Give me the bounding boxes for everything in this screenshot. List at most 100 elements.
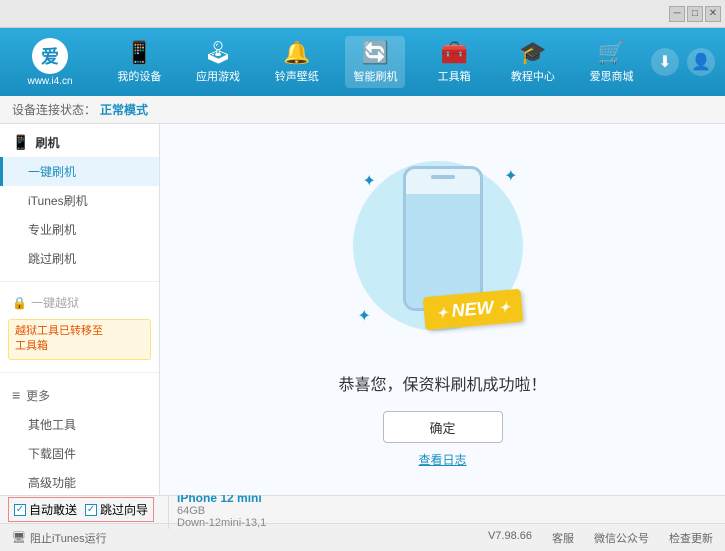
smart-flash-icon: 🔄 xyxy=(362,40,389,66)
auto-flash-label: 自动敢送 xyxy=(29,501,77,518)
tutorial-label: 教程中心 xyxy=(511,68,555,84)
top-nav: 爱 www.i4.cn 📱 我的设备 🕹 应用游戏 🔔 铃声壁纸 🔄 智能刷机 … xyxy=(0,28,725,96)
sparkle-tl: ✦ xyxy=(363,171,376,191)
nav-smart-flash[interactable]: 🔄 智能刷机 xyxy=(345,36,405,88)
skip-guide-checkbox[interactable] xyxy=(85,504,97,516)
sparkle-tr: ✦ xyxy=(504,166,517,186)
sidebar-divider-1 xyxy=(0,281,159,282)
status-bar: 设备连接状态： 正常模式 xyxy=(0,96,725,124)
success-text: 恭喜您，保资料刷机成功啦！ xyxy=(338,371,546,395)
wechat-link[interactable]: 微信公众号 xyxy=(594,530,649,546)
flash-header-icon: 📱 xyxy=(12,134,29,151)
nav-items: 📱 我的设备 🕹 应用游戏 🔔 铃声壁纸 🔄 智能刷机 🧰 工具箱 🎓 教程中心… xyxy=(100,28,651,96)
logo-area[interactable]: 爱 www.i4.cn xyxy=(0,38,100,87)
toolbox-label: 工具箱 xyxy=(438,68,471,84)
status-label: 设备连接状态： xyxy=(12,101,96,118)
confirm-button[interactable]: 确定 xyxy=(383,411,503,443)
app-game-icon: 🕹 xyxy=(204,40,232,66)
sidebar-divider-2 xyxy=(0,372,159,373)
content-area: ✦ ✦ ✦ NEW 恭喜您，保资料刷机成功啦！ 确定 查看日志 xyxy=(160,124,725,495)
itunes-stop-label: 阻止iTunes运行 xyxy=(30,530,107,546)
advanced-label: 高级功能 xyxy=(28,476,76,490)
skip-guide-checkbox-item[interactable]: 跳过向导 xyxy=(85,501,148,518)
phone-speaker xyxy=(431,175,455,179)
warning-text: 越狱工具已转移至工具箱 xyxy=(15,325,103,352)
itunes-stop-icon: 🖥 xyxy=(12,531,26,544)
flash-section: 📱 刷机 一键刷机 iTunes刷机 专业刷机 跳过刷机 xyxy=(0,124,159,277)
locked-section: 🔒 一键越狱 越狱工具已转移至工具箱 xyxy=(0,286,159,368)
checkbox-outline-box: 自动敢送 跳过向导 xyxy=(8,497,154,522)
shop-icon: 🛒 xyxy=(598,40,625,66)
other-tools-label: 其他工具 xyxy=(28,418,76,432)
sidebar-item-dfu-flash[interactable]: 跳过刷机 xyxy=(0,244,159,273)
status-value: 正常模式 xyxy=(100,101,148,118)
shop-label: 爱思商城 xyxy=(590,68,634,84)
skip-guide-label: 跳过向导 xyxy=(100,501,148,518)
dfu-flash-label: 跳过刷机 xyxy=(28,252,76,266)
smart-flash-label: 智能刷机 xyxy=(353,68,397,84)
sidebar-item-pro-flash[interactable]: 专业刷机 xyxy=(0,215,159,244)
check-update-link[interactable]: 检查更新 xyxy=(669,530,713,546)
ringtone-icon: 🔔 xyxy=(283,40,310,66)
new-badge: NEW xyxy=(423,289,524,330)
tutorial-icon: 🎓 xyxy=(519,40,546,66)
more-section-header: ≡ 更多 xyxy=(0,381,159,410)
locked-section-header: 🔒 一键越狱 xyxy=(0,290,159,315)
bottom-left: 自动敢送 跳过向导 xyxy=(8,497,168,522)
nav-toolbox[interactable]: 🧰 工具箱 xyxy=(424,36,484,88)
logo-icon: 爱 xyxy=(32,38,68,74)
itunes-flash-label: iTunes刷机 xyxy=(28,194,88,208)
auto-flash-checkbox[interactable] xyxy=(14,504,26,516)
my-device-label: 我的设备 xyxy=(117,68,161,84)
bottom-bar: 自动敢送 跳过向导 iPhone 12 mini 64GB Down-12min… xyxy=(0,495,725,523)
nav-ringtone[interactable]: 🔔 铃声壁纸 xyxy=(267,36,327,88)
device-storage: 64GB xyxy=(177,505,717,517)
nav-app-game[interactable]: 🕹 应用游戏 xyxy=(188,36,248,88)
download-fw-label: 下载固件 xyxy=(28,447,76,461)
auto-flash-checkbox-item[interactable]: 自动敢送 xyxy=(14,501,77,518)
nav-tutorial[interactable]: 🎓 教程中心 xyxy=(503,36,563,88)
maximize-btn[interactable]: □ xyxy=(687,6,703,22)
flash-header-label: 刷机 xyxy=(35,134,59,151)
sidebar-item-download-fw[interactable]: 下载固件 xyxy=(0,439,159,468)
pro-flash-label: 专业刷机 xyxy=(28,223,76,237)
customer-service-link[interactable]: 客服 xyxy=(552,530,574,546)
sparkle-bl: ✦ xyxy=(358,306,371,326)
more-section: ≡ 更多 其他工具 下载固件 高级功能 xyxy=(0,377,159,495)
user-btn[interactable]: 👤 xyxy=(687,48,715,76)
more-header-label: 更多 xyxy=(26,387,50,404)
title-bar: ─ □ ✕ xyxy=(0,0,725,28)
ringtone-label: 铃声壁纸 xyxy=(275,68,319,84)
sidebar-warning: 越狱工具已转移至工具箱 xyxy=(8,319,151,360)
sidebar-item-one-click-flash[interactable]: 一键刷机 xyxy=(0,157,159,186)
footer-right: V7.98.66 客服 微信公众号 检查更新 xyxy=(488,530,713,546)
download-btn[interactable]: ⬇ xyxy=(651,48,679,76)
one-click-flash-label: 一键刷机 xyxy=(28,165,76,179)
sidebar: 📱 刷机 一键刷机 iTunes刷机 专业刷机 跳过刷机 🔒 一键越狱 xyxy=(0,124,160,495)
phone-image xyxy=(403,166,483,311)
sidebar-item-other-tools[interactable]: 其他工具 xyxy=(0,410,159,439)
nav-shop[interactable]: 🛒 爱思商城 xyxy=(582,36,642,88)
version-text: V7.98.66 xyxy=(488,530,532,546)
phone-illustration: ✦ ✦ ✦ NEW xyxy=(343,151,543,351)
locked-section-label: 一键越狱 xyxy=(31,294,79,311)
flash-section-header: 📱 刷机 xyxy=(0,128,159,157)
nav-right: ⬇ 👤 xyxy=(651,48,725,76)
more-header-icon: ≡ xyxy=(12,387,20,403)
logo-url: www.i4.cn xyxy=(27,76,72,87)
phone-body xyxy=(403,166,483,311)
new-badge-text: NEW xyxy=(451,297,495,321)
sidebar-item-itunes-flash[interactable]: iTunes刷机 xyxy=(0,186,159,215)
restore-link[interactable]: 查看日志 xyxy=(418,451,466,468)
lock-icon: 🔒 xyxy=(12,296,27,310)
minimize-btn[interactable]: ─ xyxy=(669,6,685,22)
main-area: 📱 刷机 一键刷机 iTunes刷机 专业刷机 跳过刷机 🔒 一键越狱 xyxy=(0,124,725,495)
confirm-btn-label: 确定 xyxy=(429,418,455,437)
sidebar-item-advanced[interactable]: 高级功能 xyxy=(0,468,159,495)
footer-left[interactable]: 🖥 阻止iTunes运行 xyxy=(12,530,107,546)
close-btn[interactable]: ✕ xyxy=(705,6,721,22)
toolbox-icon: 🧰 xyxy=(440,40,467,66)
my-device-icon: 📱 xyxy=(126,40,153,66)
app-game-label: 应用游戏 xyxy=(196,68,240,84)
nav-my-device[interactable]: 📱 我的设备 xyxy=(109,36,169,88)
